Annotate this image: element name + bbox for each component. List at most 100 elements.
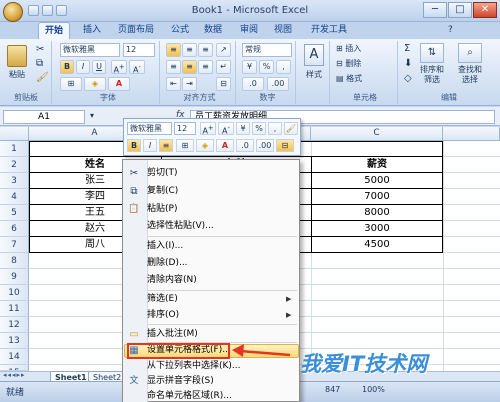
autosum-icon[interactable]: Σ [404, 43, 410, 54]
name-box[interactable]: A1 [3, 110, 85, 124]
context-menu-item-cut[interactable]: 剪切(T) [147, 165, 178, 182]
currency-icon[interactable]: ¥ [242, 60, 257, 74]
context-menu-item-delete[interactable]: 删除(D)... [147, 255, 188, 272]
row-header[interactable]: 11 [0, 301, 29, 317]
align-center-icon[interactable]: ≡ [182, 60, 197, 74]
increase-decimal-icon[interactable]: .0 [242, 77, 264, 91]
borders-icon[interactable]: ⊞ [60, 77, 82, 91]
align-left-icon[interactable]: ≡ [166, 60, 181, 74]
paste-label[interactable]: 粘贴 [2, 69, 32, 80]
mini-increase-decimal-icon[interactable]: .0 [236, 139, 254, 152]
font-size-combo[interactable]: 12 [123, 43, 155, 57]
wrap-text-icon[interactable]: ↵ [216, 60, 231, 74]
decrease-indent-icon[interactable]: ⇤ [166, 77, 181, 91]
maximize-button[interactable]: □ [448, 2, 472, 18]
find-select-label[interactable]: 查找和 选择 [452, 65, 488, 85]
minimize-button[interactable]: ─ [423, 2, 447, 18]
mini-comma-button[interactable]: , [268, 122, 282, 135]
row-header[interactable]: 14 [0, 349, 29, 365]
tab-view[interactable]: 视图 [268, 22, 298, 39]
number-format-combo[interactable]: 常规 [242, 43, 292, 57]
save-icon[interactable] [28, 5, 39, 16]
bold-button[interactable]: B [60, 60, 74, 74]
office-button[interactable] [3, 2, 23, 22]
fill-icon[interactable]: ⬇ [404, 58, 412, 69]
paste-icon[interactable] [7, 45, 27, 67]
styles-icon[interactable]: A [304, 44, 324, 66]
context-menu-item-define-name[interactable]: 命名单元格区域(R)... [147, 388, 232, 402]
mini-size-combo[interactable]: 12 [174, 122, 196, 135]
sheet-nav-arrows[interactable]: ◂◂◂▸▸ [3, 371, 26, 379]
context-menu-item-insert[interactable]: 插入(I)... [147, 238, 183, 255]
row-header[interactable]: 13 [0, 333, 29, 349]
mini-borders-icon[interactable]: ⊞ [176, 139, 194, 152]
context-menu-item-paste-special[interactable]: 选择性粘贴(V)... [147, 218, 214, 235]
mini-center-icon[interactable]: ≡ [159, 139, 173, 152]
table-cell-salary[interactable]: 3000 [311, 221, 443, 237]
undo-icon[interactable] [42, 5, 53, 16]
context-menu-item-clear[interactable]: 清除内容(N) [147, 272, 197, 289]
comma-icon[interactable]: , [276, 60, 291, 74]
font-name-combo[interactable]: 微软雅黑 [60, 43, 120, 57]
delete-cells-button[interactable]: ⊟ 删除 [336, 58, 361, 69]
row-header[interactable]: 3 [0, 173, 29, 189]
context-menu-item-sort[interactable]: 排序(O) [147, 307, 179, 324]
mini-currency-icon[interactable]: ¥ [236, 122, 250, 135]
merge-center-icon[interactable]: ⊟ [216, 77, 231, 91]
mini-fill-color-icon[interactable]: ◈ [196, 139, 214, 152]
table-cell-salary[interactable]: 7000 [311, 189, 443, 205]
namebox-dropdown-icon[interactable]: ▾ [90, 111, 94, 120]
fill-color-icon[interactable]: ◈ [84, 77, 106, 91]
format-painter-icon[interactable]: 🖌 [36, 72, 49, 83]
column-header-c[interactable]: C [311, 127, 443, 141]
increase-indent-icon[interactable]: ⇥ [182, 77, 197, 91]
row-header[interactable]: 2 [0, 157, 29, 173]
tab-formulas[interactable]: 公式 [165, 22, 195, 39]
tab-page-layout[interactable]: 页面布局 [112, 22, 160, 39]
underline-button[interactable]: U [92, 60, 106, 74]
row-header[interactable]: 9 [0, 269, 29, 285]
find-select-icon[interactable]: ⌕ [458, 43, 482, 63]
row-header[interactable]: 8 [0, 253, 29, 269]
grow-font-icon[interactable]: A+ [111, 60, 127, 74]
cut-icon[interactable]: ✂ [36, 44, 44, 55]
row-header[interactable]: 4 [0, 189, 29, 205]
decrease-decimal-icon[interactable]: .00 [267, 77, 289, 91]
redo-icon[interactable] [56, 5, 67, 16]
align-right-icon[interactable]: ≡ [198, 60, 213, 74]
tab-review[interactable]: 审阅 [234, 22, 264, 39]
row-header[interactable]: 12 [0, 317, 29, 333]
italic-button[interactable]: I [76, 60, 90, 74]
mini-decrease-decimal-icon[interactable]: .00 [256, 139, 274, 152]
row-header[interactable]: 6 [0, 221, 29, 237]
mini-font-color-icon[interactable]: A [216, 139, 234, 152]
mini-shrink-font-icon[interactable]: A- [218, 122, 234, 136]
help-icon[interactable]: ? [448, 25, 453, 35]
clear-icon[interactable]: ◇ [404, 73, 412, 84]
sort-filter-icon[interactable]: ⇅ [420, 43, 444, 63]
align-bottom-icon[interactable]: ≡ [198, 43, 213, 57]
shrink-font-icon[interactable]: A- [129, 60, 145, 74]
mini-italic-button[interactable]: I [143, 139, 157, 152]
select-all-corner[interactable] [0, 127, 29, 141]
align-middle-icon[interactable]: ≡ [182, 43, 197, 57]
copy-icon[interactable]: ⧉ [36, 58, 43, 69]
tab-data[interactable]: 数据 [198, 22, 228, 39]
mini-font-combo[interactable]: 微软雅黑 [127, 122, 172, 135]
close-button[interactable]: ✕ [473, 2, 497, 18]
orientation-icon[interactable]: ↗ [216, 43, 231, 57]
row-header[interactable]: 10 [0, 285, 29, 301]
tab-developer[interactable]: 开发工具 [305, 22, 353, 39]
table-cell-salary[interactable]: 4500 [311, 237, 443, 253]
mini-merge-icon[interactable]: ⊟ [276, 139, 294, 152]
table-cell-salary[interactable]: 5000 [311, 173, 443, 189]
mini-grow-font-icon[interactable]: A+ [200, 122, 216, 136]
context-menu-item-copy[interactable]: 复制(C) [147, 183, 178, 200]
mini-percent-button[interactable]: % [252, 122, 266, 135]
insert-cells-button[interactable]: ⊞ 插入 [336, 43, 361, 54]
percent-icon[interactable]: % [259, 60, 274, 74]
zoom-level[interactable]: 100% [362, 385, 385, 394]
align-top-icon[interactable]: ≡ [166, 43, 181, 57]
font-color-icon[interactable]: A [108, 77, 130, 91]
format-cells-button[interactable]: ▤ 格式 [336, 73, 362, 84]
